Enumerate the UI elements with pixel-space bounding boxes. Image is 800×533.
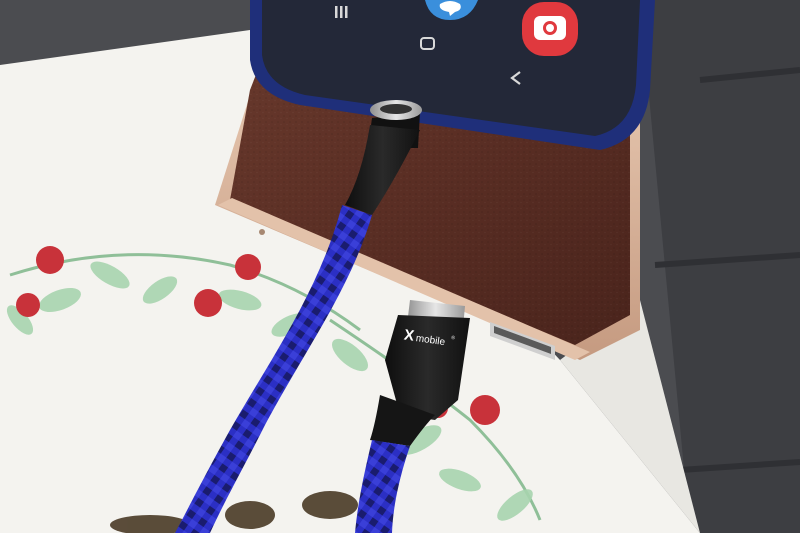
product-photo: X mobile ® — [0, 0, 800, 533]
photo-canvas: X mobile ® — [0, 0, 800, 533]
indicator-led — [259, 229, 265, 235]
recent-apps-button[interactable] — [335, 6, 348, 18]
camera-icon[interactable] — [522, 2, 578, 56]
